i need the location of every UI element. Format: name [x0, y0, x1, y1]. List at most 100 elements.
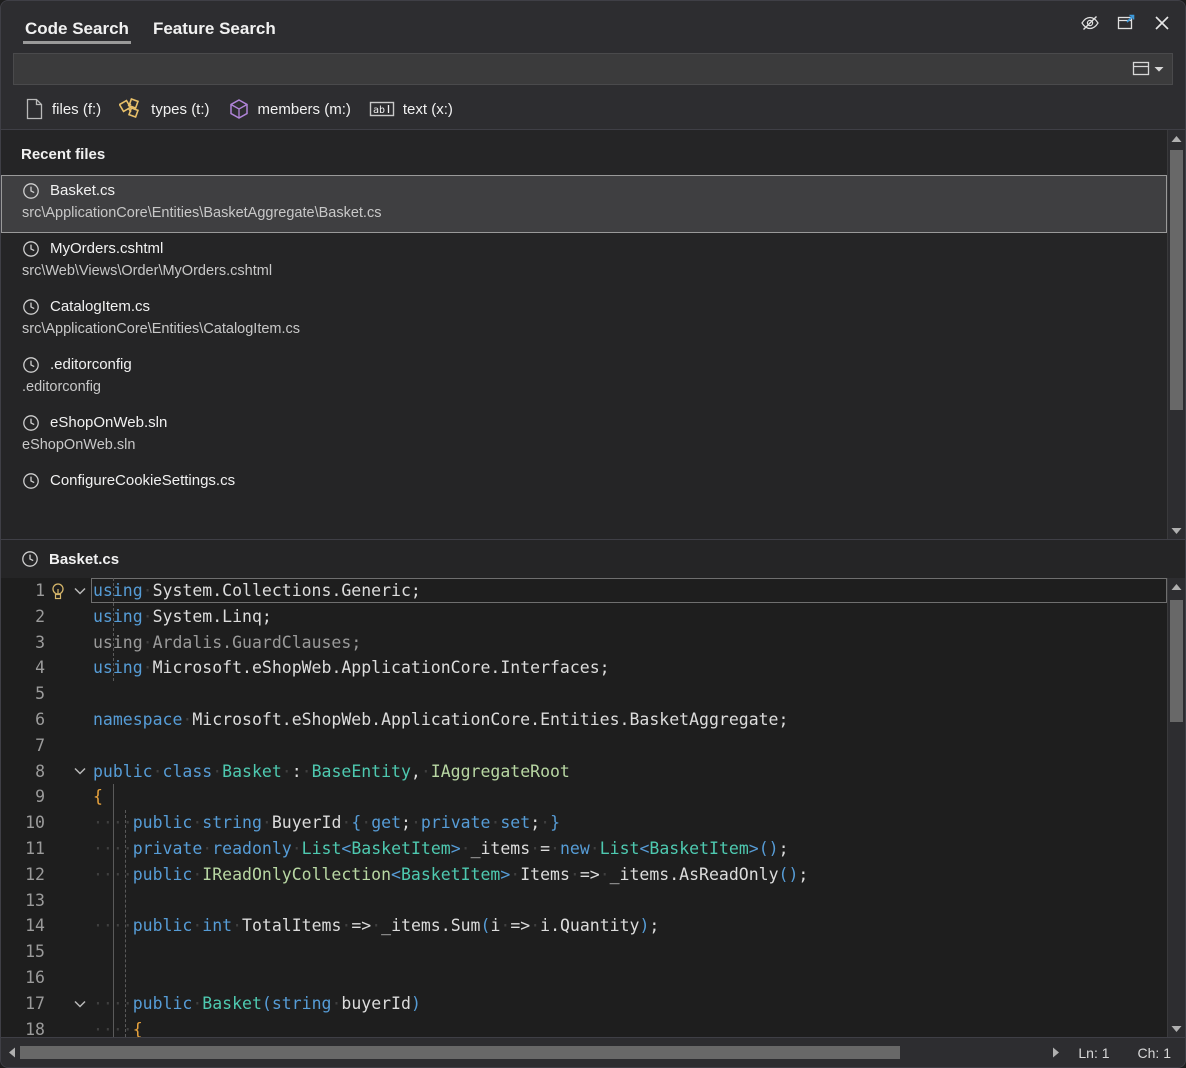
- line-number: 5: [1, 681, 47, 707]
- list-item-name: CatalogItem.cs: [50, 296, 150, 318]
- line-number: 13: [1, 888, 47, 914]
- preview-panel: Basket.cs 1using·System.Collections.Gene…: [1, 539, 1185, 1037]
- list-item-title-row: ConfigureCookieSettings.cs: [22, 470, 1146, 492]
- recent-files-list: Recent files Basket.cs src\ApplicationCo…: [1, 130, 1167, 539]
- close-icon[interactable]: [1147, 9, 1177, 37]
- code-scrollbar[interactable]: [1167, 578, 1185, 1037]
- line-number: 3: [1, 630, 47, 656]
- code-line[interactable]: 16: [1, 965, 1167, 991]
- horizontal-scroll-thumb[interactable]: [20, 1046, 900, 1059]
- status-line-number: Ln: 1: [1064, 1045, 1123, 1061]
- code-scroll-thumb[interactable]: [1170, 600, 1183, 722]
- filter-files[interactable]: files (f:): [21, 95, 109, 123]
- list-item[interactable]: CatalogItem.cs src\ApplicationCore\Entit…: [1, 291, 1167, 349]
- code-line[interactable]: 18····{: [1, 1017, 1167, 1037]
- code-line-text: public·class·Basket·:·BaseEntity,·IAggre…: [91, 759, 1167, 785]
- code-line[interactable]: 13: [1, 888, 1167, 914]
- code-body: 1using·System.Collections.Generic;2 using…: [1, 578, 1167, 1037]
- clock-icon: [21, 550, 39, 568]
- list-item-path: .editorconfig: [22, 376, 1146, 398]
- lightbulb-icon[interactable]: [47, 582, 69, 600]
- filter-types-label: types (t:): [151, 101, 209, 118]
- line-number: 7: [1, 733, 47, 759]
- results-scroll-thumb[interactable]: [1170, 150, 1183, 410]
- tab-feature-search-label: Feature Search: [153, 20, 276, 37]
- code-line[interactable]: 11····private·readonly·List<BasketItem>·…: [1, 836, 1167, 862]
- list-item[interactable]: MyOrders.cshtml src\Web\Views\Order\MyOr…: [1, 233, 1167, 291]
- code-line[interactable]: 1using·System.Collections.Generic;: [1, 578, 1167, 604]
- list-item-path: eShopOnWeb.sln: [22, 434, 1146, 456]
- horizontal-scroll-track[interactable]: [20, 1044, 1047, 1061]
- list-item-path: src\Web\Views\Order\MyOrders.cshtml: [22, 260, 1146, 282]
- horizontal-scrollbar[interactable]: [3, 1044, 1064, 1061]
- code-line[interactable]: 12····public·IReadOnlyCollection<BasketI…: [1, 862, 1167, 888]
- search-input[interactable]: [22, 54, 1127, 84]
- text-icon: ab: [369, 99, 395, 119]
- fold-chevron-icon[interactable]: [69, 587, 91, 595]
- scope-dropdown-button[interactable]: [1127, 56, 1168, 82]
- list-item-title-row: CatalogItem.cs: [22, 296, 1146, 318]
- code-preview-area: 1using·System.Collections.Generic;2 using…: [1, 578, 1185, 1037]
- list-item[interactable]: ConfigureCookieSettings.cs: [1, 465, 1167, 501]
- list-item[interactable]: eShopOnWeb.sln eShopOnWeb.sln: [1, 407, 1167, 465]
- filter-text[interactable]: ab text (x:): [365, 96, 461, 122]
- code-scroll-down-arrow[interactable]: [1168, 1020, 1185, 1037]
- code-line-text: ····public·int·TotalItems·=>·_items.Sum(…: [91, 913, 1167, 939]
- filter-types[interactable]: types (t:): [115, 95, 217, 123]
- results-panel: Recent files Basket.cs src\ApplicationCo…: [1, 129, 1185, 539]
- members-icon: [228, 98, 250, 120]
- code-search-dialog: Code Search Feature Search: [0, 0, 1186, 1068]
- code-line-text: {: [91, 784, 1167, 810]
- results-scrollbar[interactable]: [1167, 130, 1185, 539]
- code-line[interactable]: 2 using·System.Linq;: [1, 604, 1167, 630]
- code-scroll-up-arrow[interactable]: [1168, 578, 1185, 595]
- line-number: 1: [1, 578, 47, 604]
- filter-members[interactable]: members (m:): [224, 95, 359, 123]
- line-number: 9: [1, 784, 47, 810]
- fold-chevron-icon[interactable]: [69, 767, 91, 775]
- code-line-text: ····private·readonly·List<BasketItem>·_i…: [91, 836, 1167, 862]
- line-number: 6: [1, 707, 47, 733]
- code-line[interactable]: 17····public·Basket(string·buyerId): [1, 991, 1167, 1017]
- line-number: 10: [1, 810, 47, 836]
- preview-toggle-icon[interactable]: [1075, 9, 1105, 37]
- list-item[interactable]: Basket.cs src\ApplicationCore\Entities\B…: [1, 175, 1167, 233]
- window-controls: [1075, 9, 1177, 37]
- indent-guide: [113, 784, 114, 1037]
- svg-text:ab: ab: [373, 105, 385, 116]
- scroll-down-arrow[interactable]: [1168, 522, 1185, 539]
- dock-undock-icon[interactable]: [1111, 9, 1141, 37]
- list-item-name: ConfigureCookieSettings.cs: [50, 470, 235, 492]
- list-item-title-row: eShopOnWeb.sln: [22, 412, 1146, 434]
- scroll-right-arrow[interactable]: [1047, 1044, 1064, 1061]
- search-row: [1, 49, 1185, 89]
- tab-code-search[interactable]: Code Search: [13, 1, 141, 49]
- code-line[interactable]: 4using·Microsoft.eShopWeb.ApplicationCor…: [1, 655, 1167, 681]
- code-line-text: ····public·Basket(string·buyerId): [91, 991, 1167, 1017]
- code-line[interactable]: 6namespace·Microsoft.eShopWeb.Applicatio…: [1, 707, 1167, 733]
- line-number: 2: [1, 604, 47, 630]
- fold-chevron-icon[interactable]: [69, 1000, 91, 1008]
- code-line-text: using·System.Linq;: [91, 604, 1167, 630]
- search-box[interactable]: [13, 53, 1173, 85]
- scroll-left-arrow[interactable]: [3, 1044, 20, 1061]
- code-line-text: ····{: [91, 1017, 1167, 1037]
- code-line[interactable]: 7: [1, 733, 1167, 759]
- code-line[interactable]: 8public·class·Basket·:·BaseEntity,·IAggr…: [1, 759, 1167, 785]
- preview-header: Basket.cs: [1, 540, 1185, 578]
- code-line[interactable]: 5: [1, 681, 1167, 707]
- code-line[interactable]: 14····public·int·TotalItems·=>·_items.Su…: [1, 913, 1167, 939]
- scope-window-icon: [1131, 60, 1151, 78]
- code-scroll-container[interactable]: 1using·System.Collections.Generic;2 using…: [1, 578, 1167, 1037]
- scroll-up-arrow[interactable]: [1168, 130, 1185, 147]
- list-item-name: Basket.cs: [50, 180, 115, 202]
- code-line[interactable]: 15: [1, 939, 1167, 965]
- code-line[interactable]: 10····public·string·BuyerId·{·get;·priva…: [1, 810, 1167, 836]
- code-line[interactable]: 3using·Ardalis.GuardClauses;: [1, 630, 1167, 656]
- code-line[interactable]: 9{: [1, 784, 1167, 810]
- list-item-path: src\ApplicationCore\Entities\BasketAggre…: [22, 202, 1146, 224]
- tab-feature-search[interactable]: Feature Search: [141, 1, 288, 49]
- list-item[interactable]: .editorconfig .editorconfig: [1, 349, 1167, 407]
- tab-code-search-label: Code Search: [25, 20, 129, 37]
- clock-icon: [22, 298, 40, 316]
